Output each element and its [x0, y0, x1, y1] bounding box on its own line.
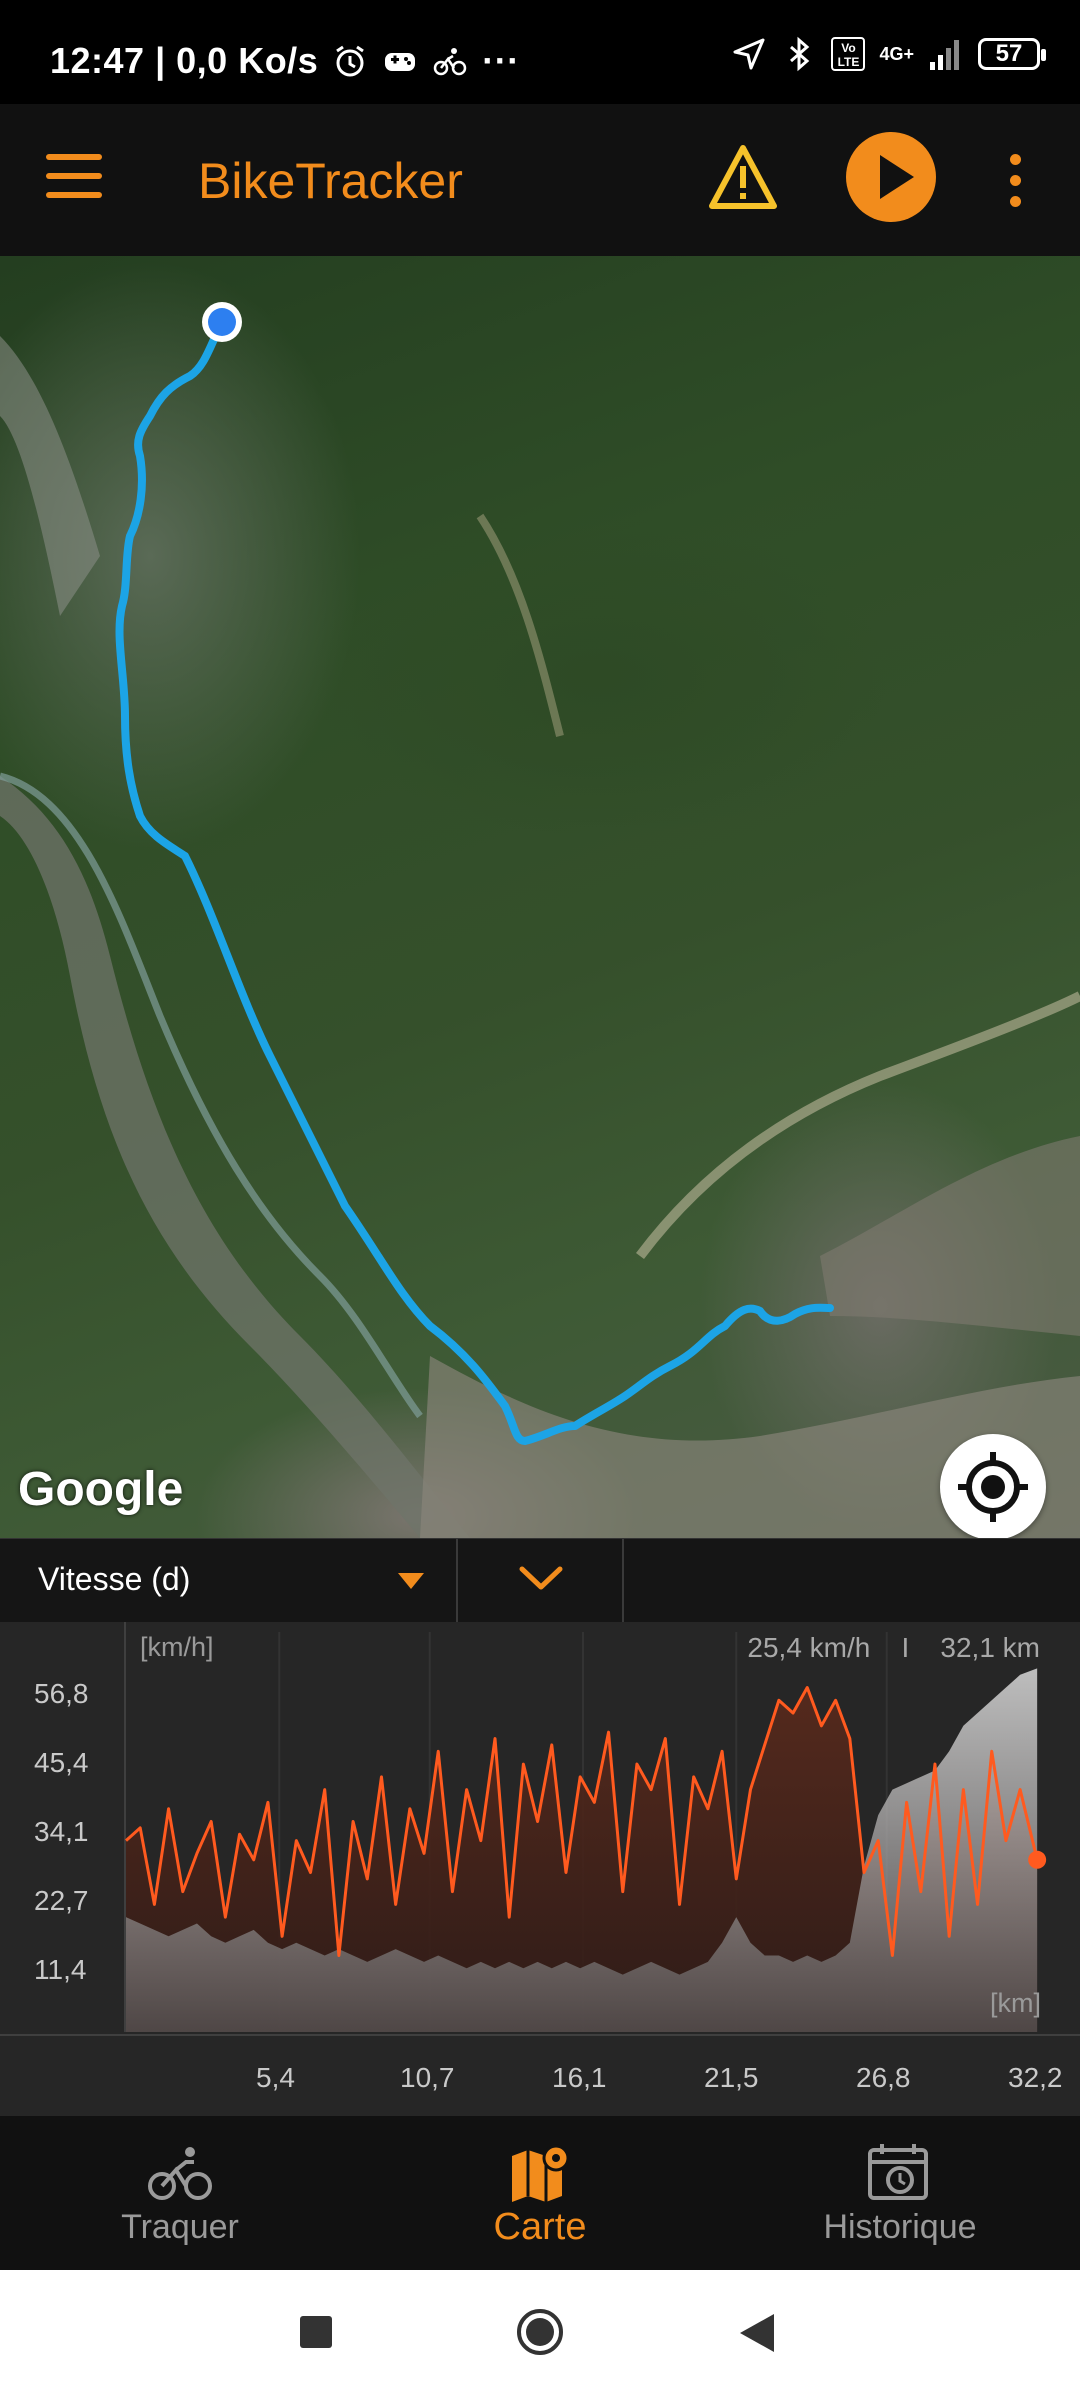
ridge-line: [476, 513, 564, 737]
status-time: 12:47 | 0,0 Ko/s: [50, 40, 319, 81]
bluetooth-icon: [790, 36, 810, 72]
map-pin-icon: [512, 2144, 570, 2202]
battery-level: 57: [995, 40, 1023, 67]
x-tick-label: 10,7: [400, 2062, 455, 2093]
metric-dropdown-label: Vitesse (d): [38, 1561, 191, 1597]
location-arrow-icon: [733, 38, 765, 70]
map-terrain: [0, 302, 1080, 1538]
collapse-chart-button[interactable]: [458, 1539, 622, 1623]
town-area-north: [0, 336, 100, 616]
app-bar: BikeTracker: [0, 104, 1080, 256]
nav-tab-carte[interactable]: Carte: [360, 2116, 720, 2270]
cyclist-status-icon: [433, 48, 467, 76]
satellite-map[interactable]: Google + −: [0, 256, 1080, 1538]
network-type: 4G+: [879, 43, 914, 64]
status-left: 12:47 | 0,0 Ko/s ···: [50, 40, 520, 82]
speed-end-point: [1028, 1850, 1047, 1869]
chart-selector-bar: Vitesse (d): [0, 1538, 1080, 1625]
x-unit-label: [km]: [990, 1988, 1041, 2018]
nav-label-traquer: Traquer: [121, 2208, 239, 2246]
bottom-navigation: Traquer Carte Historique: [0, 2116, 1080, 2270]
town-area: [820, 1136, 1080, 1336]
x-axis: 5,4 10,7 16,1 21,5 26,8 32,2: [0, 2034, 1080, 2118]
dropdown-triangle-icon: [398, 1573, 424, 1589]
speed-chart[interactable]: 56,8 45,4 34,1 22,7 11,4 [km/h] 25,4 km/…: [0, 1622, 1080, 2116]
battery-indicator: 57: [978, 38, 1046, 70]
chart-plot-area: [124, 1632, 1047, 2032]
gamepad-icon: [385, 53, 416, 71]
app-title: BikeTracker: [198, 153, 463, 209]
alarm-icon: [336, 45, 365, 77]
x-tick-label: 26,8: [856, 2062, 911, 2093]
status-more-indicator: ···: [482, 40, 520, 81]
calendar-clock-icon: [868, 2144, 928, 2200]
my-location-button[interactable]: [940, 1434, 1046, 1538]
crosshair-icon: [958, 1452, 1028, 1522]
google-attribution-logo: Google: [18, 1463, 184, 1516]
back-button[interactable]: [740, 2314, 774, 2352]
x-tick-label: 5,4: [256, 2062, 295, 2093]
nav-label-historique: Historique: [823, 2208, 977, 2246]
x-tick-label: 16,1: [552, 2062, 607, 2093]
status-right: Vo LTE 4G+ 57: [731, 36, 1046, 72]
signal-icon: [930, 40, 959, 70]
metric-dropdown[interactable]: Vitesse (d): [0, 1539, 456, 1623]
nav-tab-historique[interactable]: Historique: [720, 2116, 1080, 2270]
x-tick-label: 21,5: [704, 2062, 759, 2093]
recents-button[interactable]: [300, 2316, 332, 2348]
hamburger-menu-icon[interactable]: [46, 154, 102, 204]
warning-icon[interactable]: [708, 144, 778, 210]
nav-tab-traquer[interactable]: Traquer: [0, 2116, 360, 2270]
current-position-marker: [208, 308, 236, 336]
valley-floor: [0, 776, 470, 1538]
system-navigation-bar: [0, 2270, 1080, 2400]
x-tick-label: 32,2: [1008, 2062, 1063, 2093]
start-tracking-play-button[interactable]: [846, 132, 936, 222]
chevron-down-icon: [519, 1566, 563, 1590]
volte-badge: Vo LTE: [831, 37, 866, 71]
cyclist-icon: [148, 2147, 212, 2200]
selector-divider: [622, 1539, 624, 1623]
home-button[interactable]: [516, 2308, 564, 2356]
overflow-menu-icon[interactable]: [1010, 154, 1024, 208]
status-bar: 12:47 | 0,0 Ko/s ··· Vo LTE 4G+ 57: [0, 0, 1080, 104]
nav-label-carte: Carte: [493, 2206, 587, 2248]
